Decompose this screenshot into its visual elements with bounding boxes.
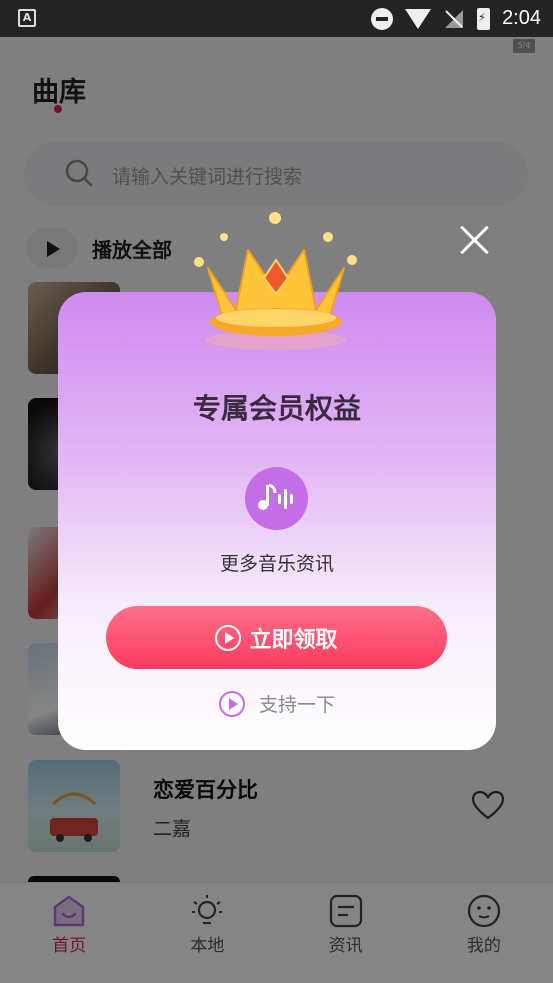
crown-icon xyxy=(194,212,357,350)
status-bar: A 2:04 xyxy=(0,0,553,37)
battery-charging-icon xyxy=(477,7,491,30)
play-circle-icon xyxy=(218,690,245,717)
claim-button-label: 立即领取 xyxy=(249,627,338,653)
wifi-icon xyxy=(405,8,432,29)
music-wave-icon xyxy=(245,467,308,530)
play-circle-icon xyxy=(215,624,242,651)
claim-now-button[interactable]: 立即领取 xyxy=(106,606,447,669)
benefit-label: 更多音乐资讯 xyxy=(219,553,334,575)
support-label: 支持一下 xyxy=(258,694,335,716)
close-icon[interactable] xyxy=(460,225,490,255)
app-notification-icon: A xyxy=(18,9,36,27)
do-not-disturb-icon xyxy=(371,7,394,30)
support-link[interactable]: 支持一下 xyxy=(58,690,496,717)
vip-benefits-dialog: 专属会员权益 更多音乐资讯 立即领取 支持一下 xyxy=(58,292,496,750)
clock: 2:04 xyxy=(502,7,541,29)
signal-icon xyxy=(445,9,464,28)
dialog-title: 专属会员权益 xyxy=(192,392,361,425)
